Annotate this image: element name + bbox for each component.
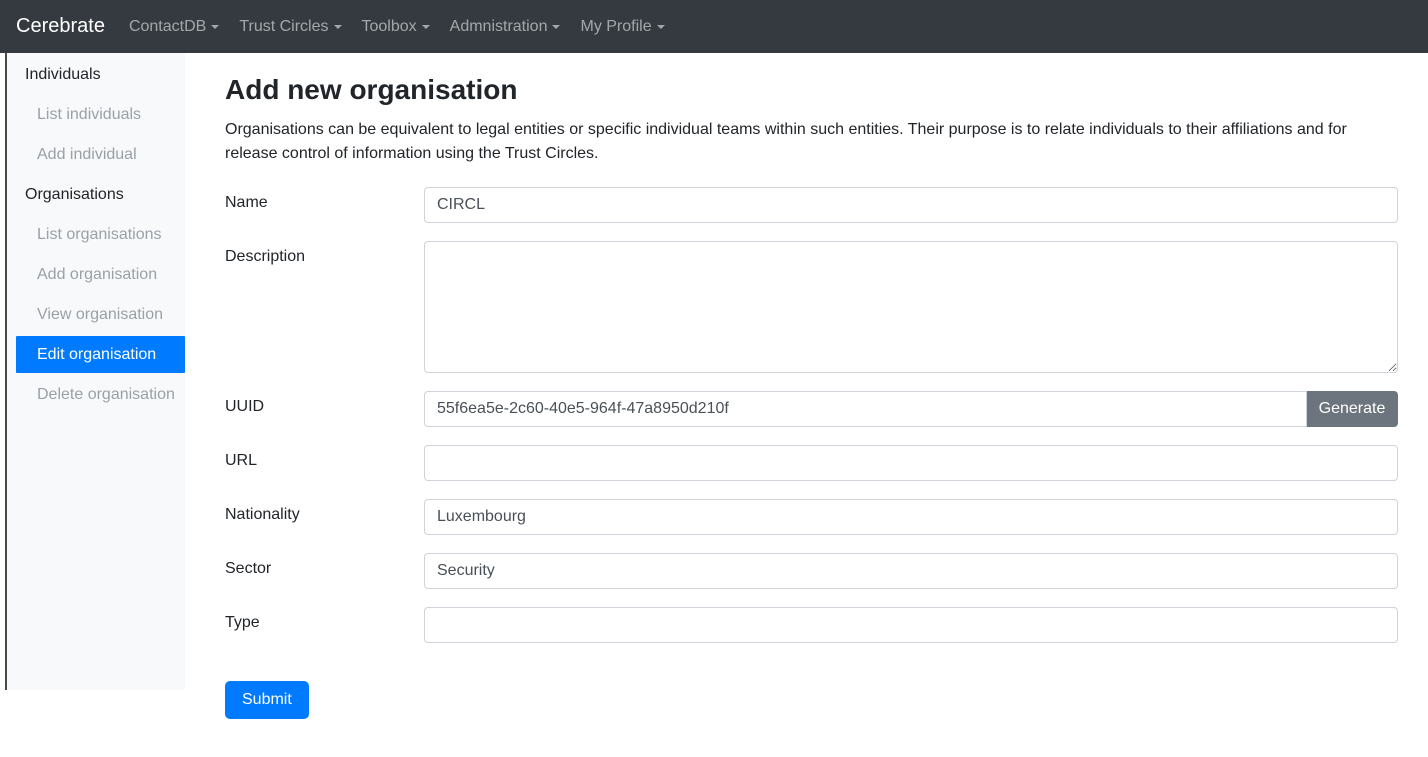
type-input[interactable] xyxy=(424,607,1398,643)
sidebar-menu: Individuals List individuals Add individ… xyxy=(7,53,185,690)
nav-item-my-profile[interactable]: My Profile xyxy=(570,10,674,44)
url-row: URL xyxy=(225,445,1398,481)
chevron-down-icon xyxy=(334,25,342,29)
url-input[interactable] xyxy=(424,445,1398,481)
sidebar-item-organisations[interactable]: Organisations xyxy=(7,175,185,215)
uuid-label: UUID xyxy=(225,391,424,427)
page-title: Add new organisation xyxy=(225,74,1398,106)
navbar-menu: ContactDB Trust Circles Toolbox Admnistr… xyxy=(119,10,675,44)
sector-label: Sector xyxy=(225,553,424,589)
name-label: Name xyxy=(225,187,424,223)
chevron-down-icon xyxy=(552,25,560,29)
nav-item-toolbox[interactable]: Toolbox xyxy=(352,10,440,44)
top-navbar: Cerebrate ContactDB Trust Circles Toolbo… xyxy=(0,0,1428,53)
nav-item-label: Toolbox xyxy=(362,18,417,35)
nationality-input[interactable] xyxy=(424,499,1398,535)
main-content: Add new organisation Organisations can b… xyxy=(185,53,1428,719)
url-label: URL xyxy=(225,445,424,481)
sidebar-item-list-organisations[interactable]: List organisations xyxy=(7,215,185,255)
type-label: Type xyxy=(225,607,424,643)
nav-item-label: Trust Circles xyxy=(239,18,328,35)
sidebar-item-individuals[interactable]: Individuals xyxy=(7,55,185,95)
sidebar: Individuals List individuals Add individ… xyxy=(0,53,185,690)
chevron-down-icon xyxy=(422,25,430,29)
generate-button[interactable]: Generate xyxy=(1307,391,1398,427)
add-organisation-form: Name Description UUID Generate URL xyxy=(225,187,1398,719)
sidebar-item-add-individual[interactable]: Add individual xyxy=(7,135,185,175)
type-row: Type xyxy=(225,607,1398,643)
uuid-input[interactable] xyxy=(424,391,1307,427)
sidebar-item-list-individuals[interactable]: List individuals xyxy=(7,95,185,135)
nav-item-trust-circles[interactable]: Trust Circles xyxy=(229,10,351,44)
chevron-down-icon xyxy=(211,25,219,29)
description-textarea[interactable] xyxy=(424,241,1398,373)
nav-item-label: My Profile xyxy=(580,18,651,35)
sector-input[interactable] xyxy=(424,553,1398,589)
brand-cerebrate[interactable]: Cerebrate xyxy=(16,15,105,38)
sidebar-scrollbar[interactable] xyxy=(5,53,7,690)
sidebar-item-view-organisation[interactable]: View organisation xyxy=(7,295,185,335)
page-description: Organisations can be equivalent to legal… xyxy=(225,118,1398,166)
sector-row: Sector xyxy=(225,553,1398,589)
nationality-row: Nationality xyxy=(225,499,1398,535)
sidebar-item-edit-organisation[interactable]: Edit organisation xyxy=(16,336,185,373)
nav-item-contactdb[interactable]: ContactDB xyxy=(119,10,229,44)
sidebar-item-add-organisation[interactable]: Add organisation xyxy=(7,255,185,295)
nav-item-administration[interactable]: Admnistration xyxy=(440,10,571,44)
description-label: Description xyxy=(225,241,424,373)
nationality-label: Nationality xyxy=(225,499,424,535)
uuid-row: UUID Generate xyxy=(225,391,1398,427)
name-input[interactable] xyxy=(424,187,1398,223)
name-row: Name xyxy=(225,187,1398,223)
sidebar-item-delete-organisation[interactable]: Delete organisation xyxy=(7,375,185,415)
chevron-down-icon xyxy=(657,25,665,29)
submit-button[interactable]: Submit xyxy=(225,681,309,719)
description-row: Description xyxy=(225,241,1398,373)
nav-item-label: ContactDB xyxy=(129,18,206,35)
nav-item-label: Admnistration xyxy=(450,18,548,35)
